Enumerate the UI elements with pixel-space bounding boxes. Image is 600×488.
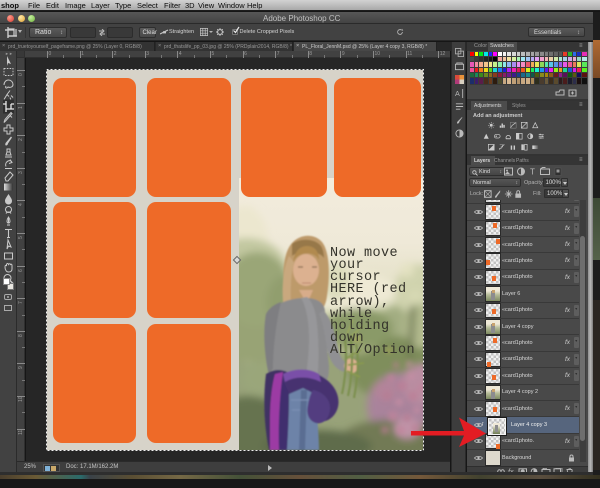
svg-text:A: A (455, 89, 460, 98)
svg-text:T: T (530, 168, 535, 177)
